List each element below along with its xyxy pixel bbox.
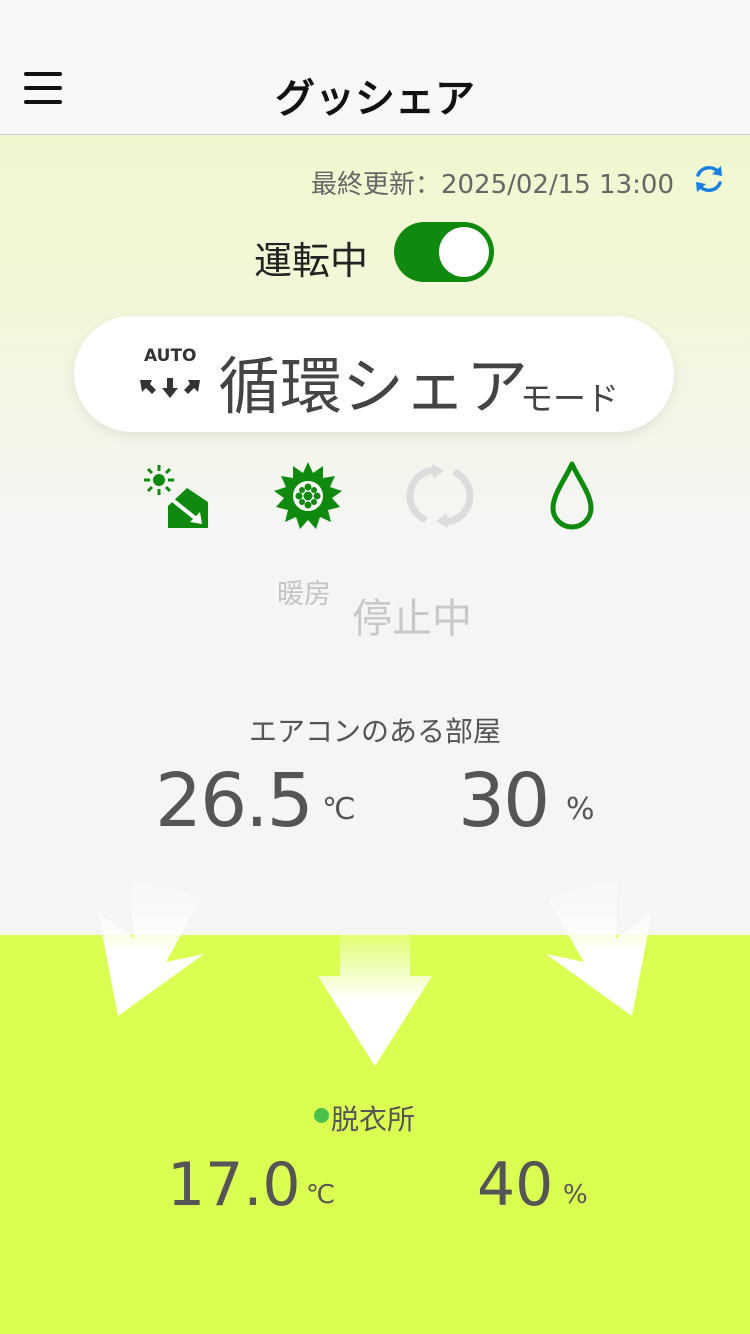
- sun-house-icon: [144, 465, 208, 528]
- water-drop-icon: [550, 461, 594, 530]
- airflow-arrows: [98, 870, 652, 1066]
- destination-status-dot: [314, 1108, 329, 1123]
- operation-state-label: 停止中: [352, 596, 472, 642]
- source-room-humidity: 30: [458, 758, 550, 844]
- mode-name: 循環シェア: [218, 350, 529, 423]
- source-room-temperature-unit: ℃: [322, 792, 356, 827]
- refresh-icon[interactable]: [692, 162, 726, 196]
- page-title: グッシェア: [275, 76, 475, 122]
- source-room-temperature: 26.5: [155, 758, 314, 844]
- arrow-left: [98, 870, 204, 1016]
- auto-label: AUTO: [144, 346, 197, 366]
- background-circle-area: [0, 135, 750, 935]
- gear-icon: [274, 462, 342, 529]
- auto-arrows-icon: [140, 378, 200, 398]
- destination-room-label: 脱衣所: [331, 1103, 416, 1136]
- app-header: グッシェア: [0, 0, 750, 135]
- cycle-icon: [406, 464, 474, 528]
- mode-suffix: モード: [520, 379, 619, 418]
- last-update-text: 最終更新：2025/02/15 13:00: [310, 170, 674, 200]
- operation-mode-label: 暖房: [277, 579, 331, 610]
- arrow-right: [546, 870, 652, 1016]
- source-room-humidity-unit: %: [566, 792, 595, 827]
- destination-room-temperature: 17.0: [167, 1150, 301, 1220]
- toggle-knob: [439, 227, 489, 277]
- source-room-label: エアコンのある部屋: [248, 715, 501, 748]
- running-toggle[interactable]: [394, 222, 494, 282]
- destination-room-temperature-unit: ℃: [306, 1180, 336, 1210]
- background-circle: [0, 135, 750, 935]
- mode-selector[interactable]: AUTO 循環シェア モード: [74, 316, 674, 432]
- destination-room-humidity: 40: [477, 1150, 554, 1220]
- destination-room-humidity-unit: %: [563, 1180, 588, 1210]
- arrow-center: [318, 920, 432, 1066]
- running-label: 運転中: [254, 239, 369, 283]
